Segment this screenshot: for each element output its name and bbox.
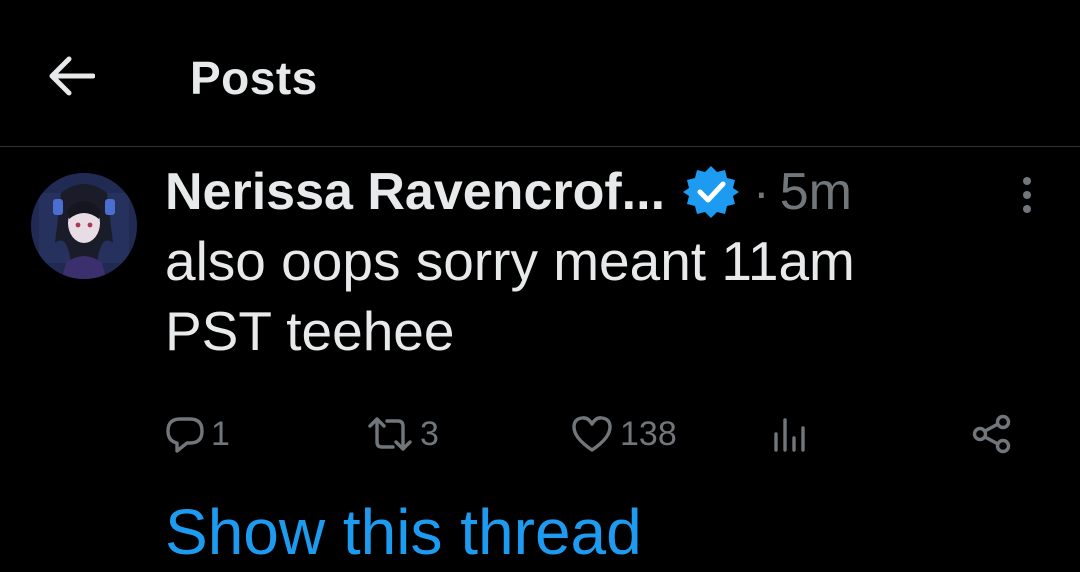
- post-screen: Posts Nerissa Ravencrof... · 5m also oop…: [0, 0, 1080, 572]
- heart-icon: [570, 414, 614, 454]
- views-button[interactable]: [770, 404, 810, 464]
- avatar[interactable]: [31, 173, 137, 279]
- post-body-text: also oops sorry meant 11am PST teehee: [165, 230, 855, 362]
- author-name[interactable]: Nerissa Ravencrof...: [165, 160, 665, 224]
- views-chart-icon: [770, 414, 810, 454]
- more-options-button[interactable]: [1010, 172, 1044, 218]
- page-title: Posts: [190, 52, 318, 104]
- like-button[interactable]: 138: [570, 404, 677, 464]
- post-timestamp[interactable]: 5m: [780, 160, 852, 224]
- like-count: 138: [620, 414, 677, 453]
- avatar-illustration: [31, 173, 137, 279]
- share-button[interactable]: [970, 404, 1014, 464]
- back-button[interactable]: [40, 44, 104, 108]
- more-vertical-icon: [1023, 177, 1031, 213]
- verified-badge-icon: [683, 164, 740, 220]
- reply-count: 1: [211, 414, 230, 453]
- show-thread-link[interactable]: Show this thread: [165, 494, 642, 570]
- share-icon: [970, 414, 1014, 454]
- reply-button[interactable]: 1: [165, 404, 230, 464]
- repost-icon: [366, 414, 414, 454]
- top-app-bar: Posts: [0, 0, 1080, 147]
- repost-button[interactable]: 3: [366, 404, 439, 464]
- post-action-bar: 1 3 138: [0, 404, 1080, 464]
- reply-icon: [165, 414, 205, 454]
- post-header: Nerissa Ravencrof... · 5m: [165, 160, 852, 224]
- separator-dot: ·: [753, 164, 770, 220]
- arrow-left-icon: [49, 56, 95, 96]
- repost-count: 3: [420, 414, 439, 453]
